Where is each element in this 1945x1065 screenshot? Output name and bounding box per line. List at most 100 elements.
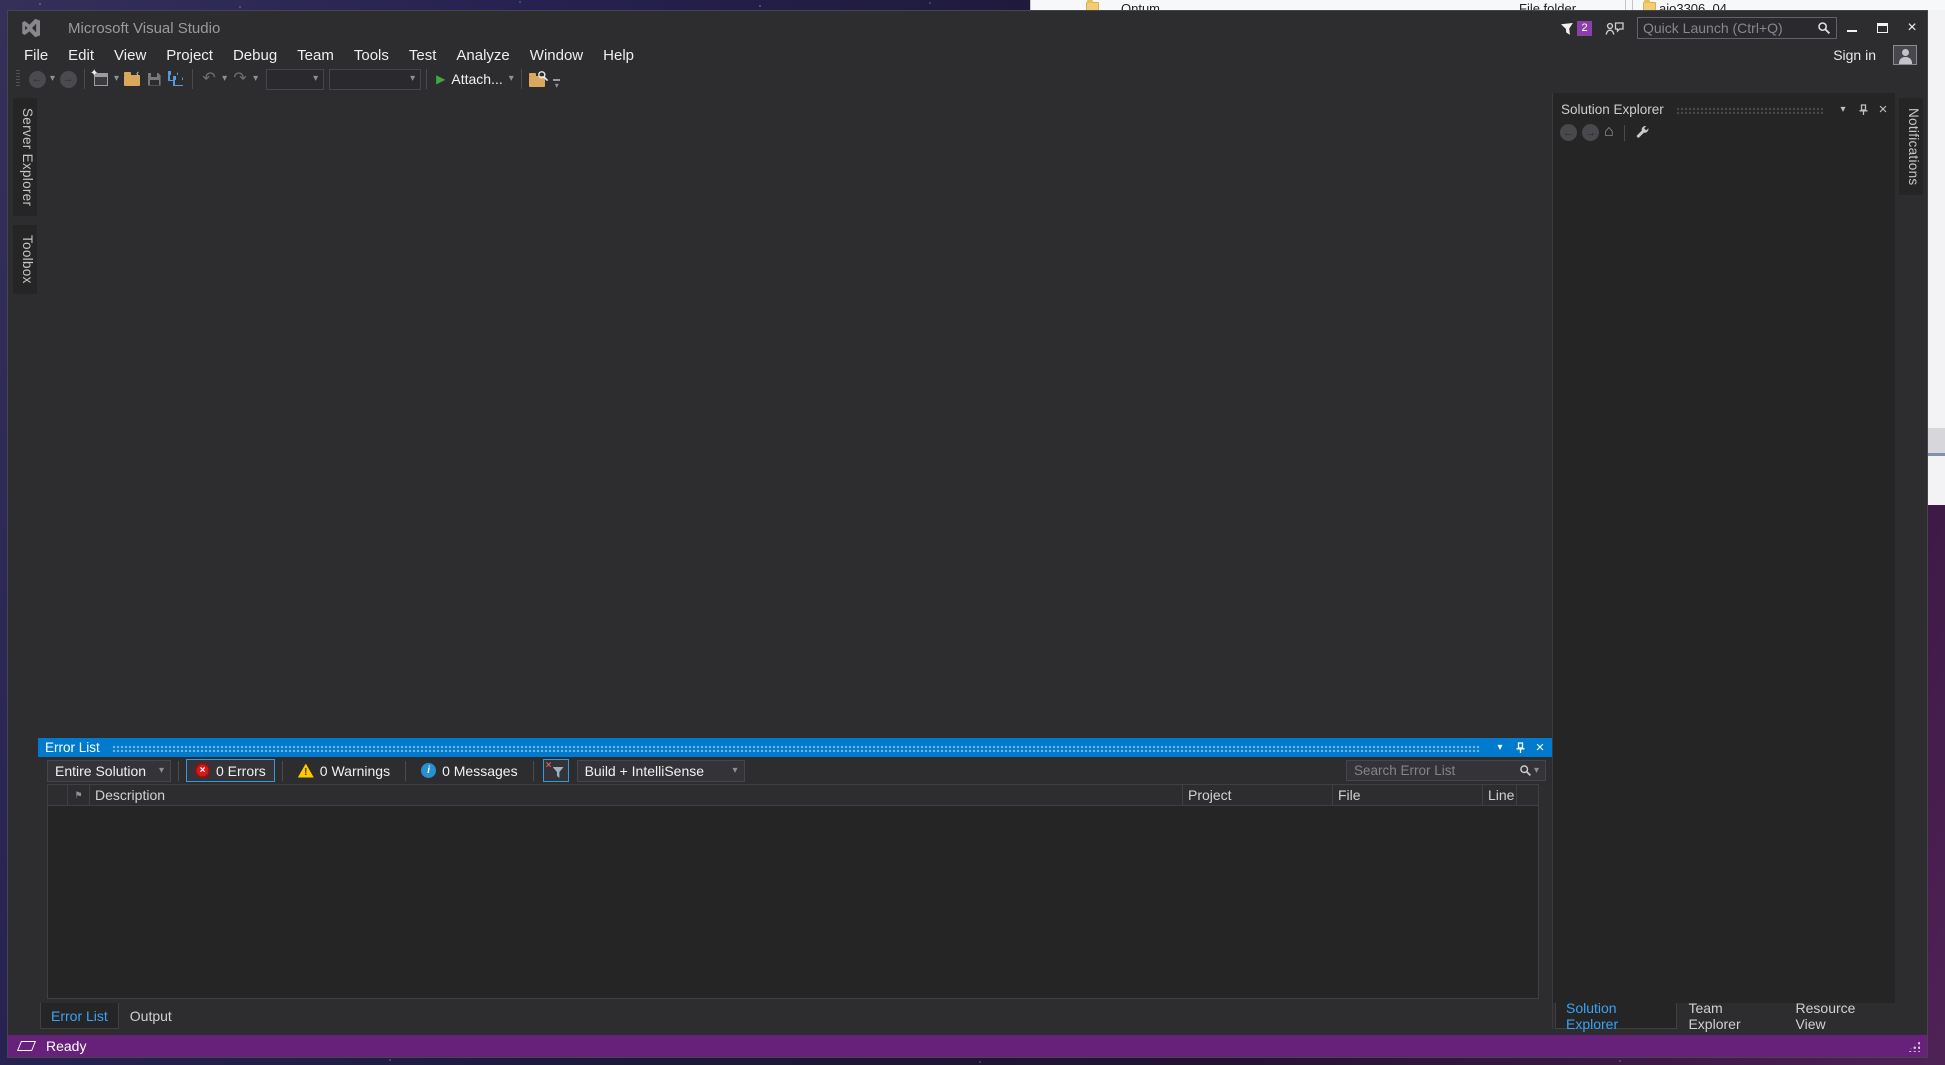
forward-button[interactable]: → <box>1582 124 1599 141</box>
redo-dropdown-caret[interactable]: ▾ <box>251 74 260 84</box>
visual-studio-logo-icon <box>20 18 42 38</box>
pin-button[interactable] <box>1853 101 1873 118</box>
menu-file[interactable]: File <box>14 46 58 65</box>
tab-team-explorer[interactable]: Team Explorer <box>1677 1003 1784 1029</box>
attach-button[interactable]: ▶ Attach... <box>432 67 507 91</box>
column-description[interactable]: Description <box>90 785 1183 805</box>
column-selection[interactable] <box>48 785 68 805</box>
notifications-funnel-icon[interactable] <box>1561 23 1575 36</box>
title-bar[interactable]: Microsoft Visual Studio 2 <box>8 11 1927 45</box>
solution-configurations-combobox[interactable]: ▾ <box>329 69 421 90</box>
warnings-toggle-button[interactable]: ! 0 Warnings <box>290 759 398 782</box>
messages-toggle-button[interactable]: i 0 Messages <box>413 759 525 782</box>
menu-team[interactable]: Team <box>287 46 344 65</box>
solution-explorer-title-bar[interactable]: Solution Explorer ▾ × <box>1553 99 1895 120</box>
window-resize-grip[interactable] <box>1907 1040 1920 1052</box>
sign-in-link[interactable]: Sign in <box>1833 47 1876 63</box>
save-button[interactable] <box>143 67 165 91</box>
debug-target-combobox[interactable]: ▾ <box>266 69 324 90</box>
attach-dropdown-caret[interactable]: ▾ <box>507 74 516 84</box>
column-divider <box>1625 0 1626 10</box>
scope-filter-combobox[interactable]: Entire Solution ▾ <box>47 760 171 782</box>
menu-test[interactable]: Test <box>399 46 447 65</box>
column-file[interactable]: File <box>1333 785 1483 805</box>
close-button[interactable]: × <box>1897 15 1927 41</box>
chevron-down-icon: ▾ <box>311 74 320 84</box>
home-button[interactable]: ⌂ <box>1604 124 1614 140</box>
find-in-files-button[interactable] <box>527 67 549 91</box>
pin-button[interactable] <box>1510 739 1530 756</box>
menu-analyze[interactable]: Analyze <box>446 46 519 65</box>
tab-error-list[interactable]: Error List <box>40 1003 119 1029</box>
warnings-count-label: 0 Warnings <box>320 763 390 779</box>
tab-output[interactable]: Output <box>119 1003 183 1029</box>
warning-icon: ! <box>298 764 314 778</box>
column-severity[interactable]: ⚑ <box>68 785 90 805</box>
pin-icon <box>1515 742 1526 754</box>
menu-tools[interactable]: Tools <box>344 46 399 65</box>
error-list-search-box[interactable]: ▾ <box>1346 760 1546 781</box>
navigate-back-button[interactable]: ← <box>26 67 48 91</box>
background-explorer-row: Ontum File folder aio3306_04 <box>1031 0 1945 10</box>
toolbar-overflow-button[interactable]: ▾ <box>553 79 561 90</box>
undo-dropdown-caret[interactable]: ▾ <box>220 74 229 84</box>
menu-view[interactable]: View <box>104 46 156 65</box>
toolbar-grip-handle[interactable] <box>16 70 20 88</box>
menu-project[interactable]: Project <box>156 46 223 65</box>
quick-launch-box[interactable] <box>1637 17 1837 39</box>
solution-explorer-content[interactable] <box>1553 145 1895 1003</box>
tab-solution-explorer[interactable]: Solution Explorer <box>1555 1003 1677 1029</box>
source-filter-combobox[interactable]: Build + IntelliSense ▾ <box>577 760 745 782</box>
new-project-button[interactable]: ✦ <box>90 67 112 91</box>
back-button[interactable]: ← <box>1560 124 1577 141</box>
tab-toolbox[interactable]: Toolbox <box>13 225 37 294</box>
chevron-down-icon[interactable]: ▾ <box>1532 766 1541 776</box>
toolbar-separator <box>282 761 283 781</box>
undo-button[interactable]: ↶ <box>198 67 220 91</box>
sparkle-icon: ✦ <box>90 68 98 79</box>
redo-button[interactable]: ↷ <box>229 67 251 91</box>
error-list-search-input[interactable] <box>1354 763 1519 778</box>
error-table-body[interactable] <box>47 806 1539 999</box>
background-divider-band <box>1928 453 1945 456</box>
toolbar-separator <box>426 69 427 89</box>
menu-bar: File Edit View Project Debug Team Tools … <box>8 45 1927 65</box>
clear-filters-toggle-button[interactable]: × <box>543 759 569 782</box>
standard-toolbar: ← ▾ → ✦ ▾ ‹ ↶ ▾ ↷ ▾ ▾ ▾ <box>8 65 1927 93</box>
error-list-title-bar[interactable]: Error List ▾ × <box>38 738 1552 757</box>
maximize-button[interactable] <box>1867 15 1897 41</box>
back-dropdown-caret[interactable]: ▾ <box>48 74 57 84</box>
tab-resource-view[interactable]: Resource View <box>1785 1003 1895 1029</box>
folder-icon[interactable] <box>1086 2 1099 10</box>
new-project-dropdown-caret[interactable]: ▾ <box>112 74 121 84</box>
window-position-button[interactable]: ▾ <box>1490 739 1510 756</box>
menu-help[interactable]: Help <box>593 46 644 65</box>
background-file-name[interactable]: aio3306_04 <box>1659 1 1727 10</box>
background-file-name[interactable]: Ontum <box>1121 1 1160 10</box>
open-file-button[interactable]: ‹ <box>121 67 143 91</box>
user-avatar-button[interactable] <box>1893 45 1917 65</box>
chevron-down-icon: ▾ <box>157 766 166 776</box>
titlebar-right-group: 2 × <box>1561 15 1927 41</box>
tab-server-explorer[interactable]: Server Explorer <box>13 98 37 216</box>
feedback-icon[interactable] <box>1605 21 1624 36</box>
column-line[interactable]: Line <box>1483 785 1517 805</box>
filter-funnel-icon <box>553 767 564 778</box>
close-panel-button[interactable]: × <box>1873 101 1893 118</box>
notifications-count-badge[interactable]: 2 <box>1577 21 1592 36</box>
column-project[interactable]: Project <box>1183 785 1333 805</box>
save-all-button[interactable] <box>165 67 187 91</box>
menu-edit[interactable]: Edit <box>58 46 104 65</box>
menu-window[interactable]: Window <box>520 46 593 65</box>
navigate-forward-button[interactable]: → <box>57 67 79 91</box>
quick-launch-input[interactable] <box>1643 20 1817 36</box>
errors-toggle-button[interactable]: × 0 Errors <box>186 759 275 782</box>
close-panel-button[interactable]: × <box>1530 739 1550 756</box>
minimize-button[interactable] <box>1837 15 1867 41</box>
window-position-button[interactable]: ▾ <box>1833 101 1853 118</box>
properties-wrench-button[interactable] <box>1635 125 1650 140</box>
tab-notifications[interactable]: Notifications <box>1899 98 1923 195</box>
menu-debug[interactable]: Debug <box>223 46 287 65</box>
folder-icon[interactable] <box>1643 2 1656 10</box>
close-icon: × <box>1907 20 1916 36</box>
